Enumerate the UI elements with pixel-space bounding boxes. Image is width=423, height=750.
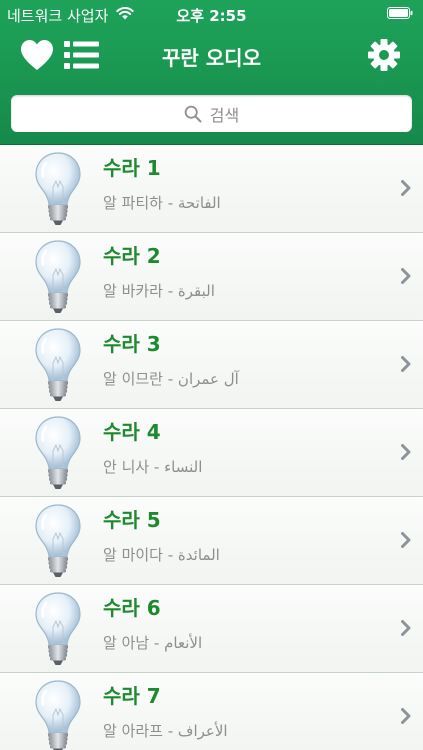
lightbulb-icon <box>35 152 81 225</box>
status-time: 오후 2:55 <box>176 7 247 25</box>
surah-subtitle: 알 아라프 - الأعراف <box>103 722 228 740</box>
surah-title: 수라 7 <box>103 684 161 708</box>
surah-title: 수라 4 <box>103 420 161 444</box>
header: 네트워크 사업자 오후 2:55 꾸란 오디오 검색 <box>0 0 423 145</box>
lightbulb-icon <box>35 592 81 665</box>
surah-title: 수라 1 <box>103 156 161 180</box>
lightbulb-icon <box>35 504 81 577</box>
search-placeholder: 검색 <box>209 105 240 125</box>
lightbulb-icon <box>35 416 81 489</box>
status-bar: 네트워크 사업자 오후 2:55 <box>0 0 423 28</box>
chevron-right-icon <box>401 444 411 460</box>
chevron-right-icon <box>401 620 411 636</box>
chevron-right-icon <box>401 356 411 372</box>
lightbulb-icon <box>35 328 81 401</box>
chevron-right-icon <box>401 268 411 284</box>
surah-title: 수라 3 <box>103 332 161 356</box>
list-item-surah-7[interactable]: 수라 7 알 아라프 - الأعراف <box>0 673 423 750</box>
chevron-right-icon <box>401 708 411 724</box>
gear-icon[interactable] <box>367 38 401 72</box>
surah-title: 수라 2 <box>103 244 161 268</box>
search-bar[interactable]: 검색 <box>11 95 412 132</box>
surah-list: 수라 1 알 파티하 - الفاتحة 수라 2 알 바카라 - البقرة… <box>0 145 423 750</box>
lightbulb-icon <box>35 680 81 750</box>
list-item-surah-6[interactable]: 수라 6 알 아남 - الأنعام <box>0 585 423 673</box>
search-icon <box>184 105 202 122</box>
list-item-surah-3[interactable]: 수라 3 알 이므란 - آل عمران <box>0 321 423 409</box>
list-item-surah-4[interactable]: 수라 4 안 니사 - النساء <box>0 409 423 497</box>
surah-subtitle: 알 바카라 - البقرة <box>103 282 215 300</box>
surah-subtitle: 알 이므란 - آل عمران <box>103 370 239 388</box>
chevron-right-icon <box>401 180 411 196</box>
list-item-surah-5[interactable]: 수라 5 알 마이다 - المائدة <box>0 497 423 585</box>
page-title: 꾸란 오디오 <box>162 46 261 70</box>
surah-subtitle: 안 니사 - النساء <box>103 458 203 476</box>
surah-title: 수라 5 <box>103 508 161 532</box>
surah-title: 수라 6 <box>103 596 161 620</box>
surah-subtitle: 알 마이다 - المائدة <box>103 546 220 564</box>
search-field[interactable]: 검색 <box>11 95 412 132</box>
nav-bar: 꾸란 오디오 <box>0 28 423 80</box>
surah-subtitle: 알 아남 - الأنعام <box>103 634 203 652</box>
list-item-surah-2[interactable]: 수라 2 알 바카라 - البقرة <box>0 233 423 321</box>
list-item-surah-1[interactable]: 수라 1 알 파티하 - الفاتحة <box>0 145 423 233</box>
app-screen: 네트워크 사업자 오후 2:55 꾸란 오디오 검색 수라 1 알 파티하 - … <box>0 0 423 750</box>
chevron-right-icon <box>401 532 411 548</box>
battery-icon <box>387 7 413 19</box>
surah-subtitle: 알 파티하 - الفاتحة <box>103 194 221 212</box>
lightbulb-icon <box>35 240 81 313</box>
